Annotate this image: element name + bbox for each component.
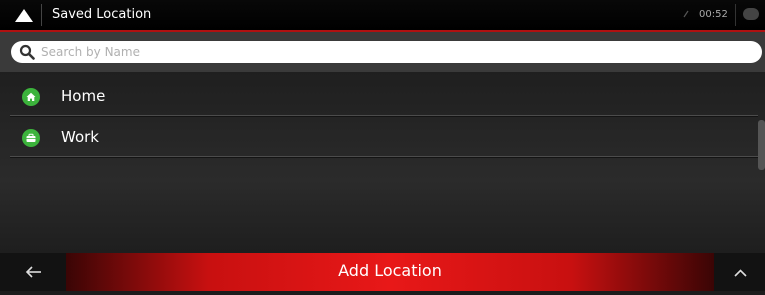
gps-signal-icon bbox=[683, 10, 689, 18]
scroll-up-button[interactable] bbox=[714, 253, 765, 291]
add-location-button[interactable]: Add Location bbox=[66, 253, 714, 291]
bottom-bar: Add Location bbox=[0, 253, 765, 291]
list-divider bbox=[10, 156, 758, 158]
location-item-work[interactable]: Work bbox=[0, 116, 758, 156]
search-icon bbox=[19, 44, 35, 60]
message-icon[interactable] bbox=[743, 8, 759, 20]
add-location-label: Add Location bbox=[338, 261, 442, 280]
header-divider bbox=[41, 4, 42, 26]
clock: 00:52 bbox=[699, 9, 728, 20]
location-label: Work bbox=[61, 128, 99, 146]
back-arrow-icon bbox=[25, 266, 41, 278]
navigation-arrow-icon[interactable] bbox=[15, 9, 33, 22]
briefcase-icon bbox=[22, 129, 40, 147]
title-bar: Saved Location 00:52 bbox=[0, 0, 765, 32]
search-area bbox=[0, 32, 765, 72]
page-title: Saved Location bbox=[52, 7, 152, 22]
header-divider-right bbox=[735, 4, 736, 26]
scrollbar-thumb[interactable] bbox=[758, 120, 765, 170]
home-icon bbox=[22, 88, 40, 106]
location-list: Home Work bbox=[0, 72, 765, 253]
chevron-up-icon bbox=[734, 269, 747, 277]
location-item-home[interactable]: Home bbox=[0, 75, 758, 115]
location-label: Home bbox=[61, 87, 106, 105]
back-button[interactable] bbox=[0, 253, 66, 291]
search-input[interactable] bbox=[41, 41, 741, 63]
search-box[interactable] bbox=[11, 41, 762, 63]
